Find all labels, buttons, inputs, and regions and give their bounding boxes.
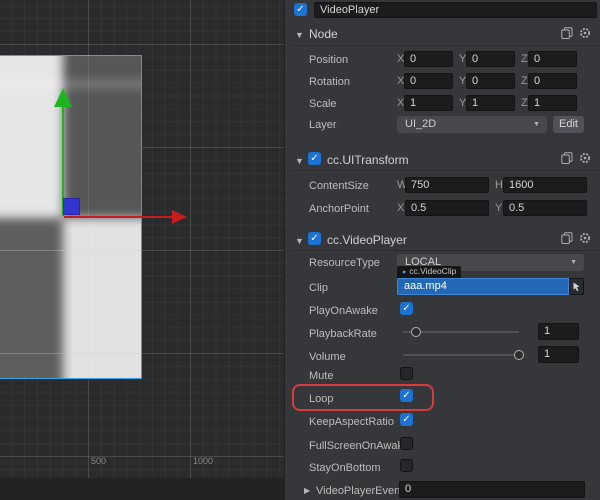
property-label-clip: Clip <box>309 282 328 294</box>
editor-window: 500 1000 动画编辑器 ✓ VideoPlayer ▼ Node <box>0 0 600 500</box>
slider-knob[interactable] <box>410 326 421 337</box>
layer-dropdown[interactable]: UI_2D ▼ <box>397 116 547 133</box>
inspector-panel: ✓ VideoPlayer ▼ Node Position X 0 Y 0 Z … <box>284 0 600 500</box>
collapse-arrow-icon[interactable]: ▼ <box>295 234 304 248</box>
property-label-anchorpoint: AnchorPoint <box>309 203 369 215</box>
clip-asset-field[interactable]: aaa.mp4 <box>397 278 569 295</box>
checkmark-icon: ✓ <box>402 414 411 425</box>
checkmark-icon: ✓ <box>402 303 411 314</box>
playbackrate-input[interactable]: 1 <box>538 323 579 340</box>
property-label-rotation: Rotation <box>309 76 350 88</box>
layer-edit-button[interactable]: Edit <box>553 116 584 133</box>
playonawake-checkbox[interactable]: ✓ <box>400 302 413 315</box>
gizmo-x-axis-arrow-icon[interactable] <box>172 210 187 224</box>
chevron-down-icon: ▼ <box>533 121 540 128</box>
pages-icon[interactable] <box>561 27 573 39</box>
checkmark-icon: ✓ <box>310 153 319 164</box>
property-label-loop: Loop <box>309 393 334 405</box>
rotation-z-input[interactable]: 0 <box>528 73 577 89</box>
gizmo-x-axis[interactable] <box>64 216 174 218</box>
axis-z-label: Z <box>521 97 528 109</box>
rotation-x-input[interactable]: 0 <box>404 73 453 89</box>
rotation-y-input[interactable]: 0 <box>466 73 515 89</box>
expand-arrow-icon[interactable]: ▶ <box>304 484 310 498</box>
ruler-label-500: 500 <box>91 456 107 466</box>
property-label-playbackrate: PlaybackRate <box>309 328 377 340</box>
scene-view[interactable]: 500 1000 动画编辑器 <box>0 0 284 478</box>
axis-x-label: X <box>397 202 405 214</box>
checkmark-icon: ✓ <box>402 390 411 401</box>
gizmo-y-axis-arrow-icon[interactable] <box>54 88 72 107</box>
property-label-position: Position <box>309 54 349 66</box>
asset-type-dot-icon: ● <box>402 269 407 276</box>
fullscreenonawake-checkbox[interactable]: ✓ <box>400 437 413 450</box>
chevron-down-icon: ▼ <box>570 259 577 266</box>
section-title-videoplayer[interactable]: cc.VideoPlayer <box>327 233 407 247</box>
pages-icon[interactable] <box>561 152 573 164</box>
loop-checkbox[interactable]: ✓ <box>400 389 413 402</box>
position-z-input[interactable]: 0 <box>528 51 577 67</box>
contentsize-h-input[interactable]: 1600 <box>503 177 587 193</box>
property-label-playonawake: PlayOnAwake <box>309 305 378 317</box>
checkmark-icon: ✓ <box>310 233 319 244</box>
position-y-input[interactable]: 0 <box>466 51 515 67</box>
node-enabled-checkbox[interactable]: ✓ <box>294 3 307 16</box>
property-label-mute: Mute <box>309 370 334 382</box>
anchorpoint-x-input[interactable]: 0.5 <box>405 200 489 216</box>
clip-select-button[interactable] <box>569 278 584 295</box>
pages-icon[interactable] <box>561 232 573 244</box>
slider-knob[interactable] <box>514 349 524 360</box>
clip-type-tag: ● cc.VideoClip <box>397 266 462 278</box>
volume-input[interactable]: 1 <box>538 346 579 363</box>
clip-type-label: cc.VideoClip <box>409 266 457 276</box>
grid-line <box>0 250 141 251</box>
property-label-keepaspectratio: KeepAspectRatio <box>309 416 394 428</box>
cursor-select-icon <box>573 282 580 291</box>
scale-z-input[interactable]: 1 <box>528 95 577 111</box>
grid-line <box>0 353 141 354</box>
playbackrate-slider[interactable] <box>403 326 519 337</box>
axis-y-label: Y <box>495 202 503 214</box>
property-label-stayonbottom: StayOnBottom <box>309 462 381 474</box>
property-label-volume: Volume <box>309 351 346 363</box>
property-label-scale: Scale <box>309 98 337 110</box>
scale-x-input[interactable]: 1 <box>404 95 453 111</box>
axis-z-label: Z <box>521 53 528 65</box>
keepaspectratio-checkbox[interactable]: ✓ <box>400 413 413 426</box>
property-label-fullscreenonawake: FullScreenOnAwake <box>309 440 410 452</box>
volume-slider[interactable] <box>403 349 524 360</box>
gizmo-origin-handle[interactable] <box>63 198 80 215</box>
videoplayer-enabled-checkbox[interactable]: ✓ <box>308 232 321 245</box>
property-label-videoplayerevent: VideoPlayerEvent <box>316 485 404 497</box>
collapse-arrow-icon[interactable]: ▼ <box>295 154 304 168</box>
property-label-layer: Layer <box>309 119 337 131</box>
uitransform-enabled-checkbox[interactable]: ✓ <box>308 152 321 165</box>
section-title-uitransform[interactable]: cc.UITransform <box>327 153 409 167</box>
videoplayerevent-count-input[interactable]: 0 <box>399 481 585 498</box>
layer-value: UI_2D <box>405 118 437 130</box>
stayonbottom-checkbox[interactable]: ✓ <box>400 459 413 472</box>
property-label-resourcetype: ResourceType <box>309 257 380 269</box>
node-name-input[interactable]: VideoPlayer <box>314 2 597 18</box>
scale-y-input[interactable]: 1 <box>466 95 515 111</box>
gear-icon[interactable] <box>579 232 591 244</box>
ruler-label-1000: 1000 <box>193 456 214 466</box>
gear-icon[interactable] <box>579 152 591 164</box>
position-x-input[interactable]: 0 <box>404 51 453 67</box>
axis-z-label: Z <box>521 75 528 87</box>
section-title-node[interactable]: Node <box>309 27 338 41</box>
contentsize-w-input[interactable]: 750 <box>405 177 489 193</box>
axis-h-label: H <box>495 179 503 191</box>
gear-icon[interactable] <box>579 27 591 39</box>
property-label-contentsize: ContentSize <box>309 180 369 192</box>
collapse-arrow-icon[interactable]: ▼ <box>295 28 304 42</box>
mute-checkbox[interactable]: ✓ <box>400 367 413 380</box>
anchorpoint-y-input[interactable]: 0.5 <box>503 200 587 216</box>
checkmark-icon: ✓ <box>296 4 305 15</box>
